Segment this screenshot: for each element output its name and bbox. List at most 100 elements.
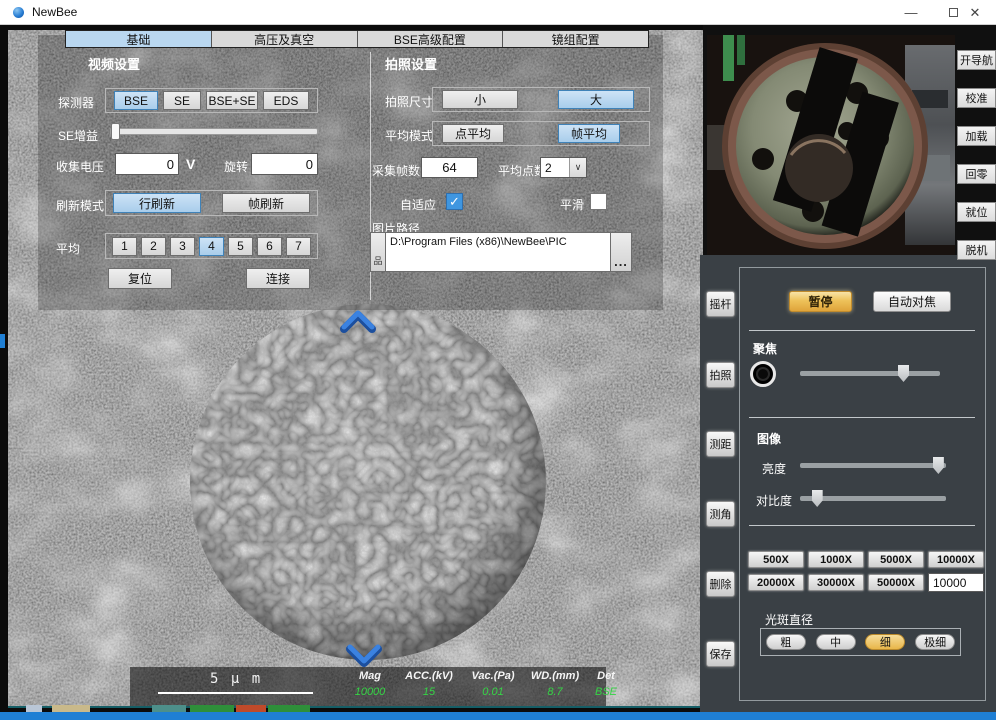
- detector-se-button[interactable]: SE: [163, 91, 201, 110]
- tab-lens-config[interactable]: 镜组配置: [503, 31, 648, 47]
- smooth-checkbox[interactable]: [590, 193, 607, 210]
- brightness-slider-track[interactable]: [800, 463, 946, 468]
- detector-label: 探测器: [58, 94, 94, 111]
- path-tree-button[interactable]: 品: [370, 232, 386, 272]
- spot-medium-button[interactable]: 中: [816, 634, 856, 650]
- average-4-button[interactable]: 4: [199, 237, 224, 256]
- taskbar-icon-fragment[interactable]: [190, 705, 234, 712]
- mag-10000x-button[interactable]: 10000X: [928, 551, 984, 568]
- connect-button[interactable]: 连接: [246, 268, 310, 289]
- rotation-input[interactable]: [251, 153, 318, 175]
- window-title: NewBee: [32, 5, 77, 19]
- refresh-mode-label: 刷新模式: [56, 197, 104, 214]
- delete-button[interactable]: 删除: [706, 571, 735, 597]
- stat-det-label: Det: [588, 670, 624, 682]
- mag-50000x-button[interactable]: 50000X: [868, 574, 924, 591]
- taskbar-icon-fragment[interactable]: [52, 705, 90, 712]
- stat-wd-label: WD.(mm): [526, 670, 584, 682]
- size-small-button[interactable]: 小: [442, 90, 518, 109]
- chevron-down-icon: ∨: [575, 162, 582, 173]
- mag-30000x-button[interactable]: 30000X: [808, 574, 864, 591]
- brightness-slider[interactable]: [800, 457, 946, 475]
- mag-1000x-button[interactable]: 1000X: [808, 551, 864, 568]
- close-button[interactable]: ✕: [954, 0, 996, 25]
- average-2-button[interactable]: 2: [141, 237, 166, 256]
- spot-fine-button[interactable]: 细: [865, 634, 905, 650]
- capture-button[interactable]: 拍照: [706, 362, 735, 388]
- focus-slider-thumb[interactable]: [898, 365, 909, 382]
- stage-up-marker[interactable]: [336, 308, 380, 334]
- pause-button[interactable]: 暂停: [789, 291, 852, 312]
- load-button[interactable]: 加载: [957, 126, 996, 146]
- avg-points-dropdown-button[interactable]: ∨: [569, 158, 586, 177]
- reset-button[interactable]: 复位: [108, 268, 172, 289]
- focus-slider-track[interactable]: [800, 371, 940, 376]
- collect-voltage-input[interactable]: [115, 153, 179, 175]
- tab-hv-vacuum[interactable]: 高压及真空: [212, 31, 358, 47]
- offline-button[interactable]: 脱机: [957, 240, 996, 260]
- brightness-slider-thumb[interactable]: [933, 457, 944, 474]
- avg-mode-group: 点平均 帧平均: [432, 121, 650, 146]
- avg-frame-button[interactable]: 帧平均: [558, 124, 620, 143]
- panel-divider-3: [749, 525, 975, 526]
- stat-vac: Vac.(Pa) 0.01: [466, 670, 520, 698]
- average-1-button[interactable]: 1: [112, 237, 137, 256]
- focus-slider[interactable]: [800, 365, 940, 383]
- measure-distance-button[interactable]: 测距: [706, 431, 735, 457]
- panel-divider-2: [749, 417, 975, 418]
- avg-point-button[interactable]: 点平均: [442, 124, 504, 143]
- mag-5000x-button[interactable]: 5000X: [868, 551, 924, 568]
- minimize-button[interactable]: —: [890, 0, 932, 25]
- detector-bse-se-button[interactable]: BSE+SE: [206, 91, 258, 110]
- contrast-slider-thumb[interactable]: [812, 490, 823, 507]
- return-zero-button[interactable]: 回零: [957, 164, 996, 184]
- calibrate-button[interactable]: 校准: [957, 88, 996, 108]
- joystick-button[interactable]: 摇杆: [706, 291, 735, 317]
- detector-bse-button[interactable]: BSE: [114, 91, 158, 110]
- mag-500x-button[interactable]: 500X: [748, 551, 804, 568]
- detector-eds-button[interactable]: EDS: [263, 91, 309, 110]
- tab-basic[interactable]: 基础: [66, 31, 212, 47]
- avg-points-combo[interactable]: 2 ∨: [540, 157, 587, 178]
- stat-mag-label: Mag: [348, 670, 392, 682]
- se-gain-slider[interactable]: [110, 123, 318, 141]
- taskbar-icon-fragment[interactable]: [236, 705, 266, 712]
- taskbar-icon-fragment[interactable]: [26, 705, 42, 712]
- in-position-button[interactable]: 就位: [957, 202, 996, 222]
- video-settings-title: 视频设置: [88, 54, 140, 73]
- taskbar[interactable]: [0, 712, 996, 720]
- stat-det-value: BSE: [588, 686, 624, 698]
- browse-button[interactable]: ...: [610, 232, 632, 272]
- path-value[interactable]: D:\Program Files (x86)\NewBee\PIC: [386, 232, 610, 272]
- measure-angle-button[interactable]: 测角: [706, 501, 735, 527]
- se-gain-thumb[interactable]: [111, 123, 120, 140]
- average-5-button[interactable]: 5: [228, 237, 253, 256]
- mag-20000x-button[interactable]: 20000X: [748, 574, 804, 591]
- contrast-slider[interactable]: [800, 490, 946, 508]
- scale-text: 5 μ m: [210, 671, 262, 687]
- open-navigation-button[interactable]: 开导航: [957, 50, 996, 70]
- frames-input[interactable]: [421, 157, 478, 178]
- taskbar-icon-fragment[interactable]: [268, 705, 310, 712]
- adaptive-checkbox[interactable]: ✓: [446, 193, 463, 210]
- average-7-button[interactable]: 7: [286, 237, 311, 256]
- brightness-label: 亮度: [762, 460, 786, 477]
- save-button[interactable]: 保存: [706, 641, 735, 667]
- average-3-button[interactable]: 3: [170, 237, 195, 256]
- spot-extra-fine-button[interactable]: 极细: [915, 634, 955, 650]
- spot-coarse-button[interactable]: 粗: [766, 634, 806, 650]
- avg-mode-label: 平均模式: [385, 127, 433, 144]
- refresh-line-button[interactable]: 行刷新: [113, 193, 201, 213]
- voltage-unit-label: V: [186, 156, 195, 172]
- stat-vac-label: Vac.(Pa): [466, 670, 520, 682]
- average-6-button[interactable]: 6: [257, 237, 282, 256]
- refresh-frame-button[interactable]: 帧刷新: [222, 193, 310, 213]
- se-gain-track[interactable]: [110, 128, 318, 135]
- size-large-button[interactable]: 大: [558, 90, 634, 109]
- taskbar-icon-fragment[interactable]: [152, 705, 186, 712]
- tab-bse-advanced[interactable]: BSE高级配置: [358, 31, 504, 47]
- autofocus-button[interactable]: 自动对焦: [873, 291, 951, 312]
- stat-acc: ACC.(kV) 15: [400, 670, 458, 698]
- panel-divider-1: [749, 330, 975, 331]
- mag-value-input[interactable]: [928, 573, 984, 592]
